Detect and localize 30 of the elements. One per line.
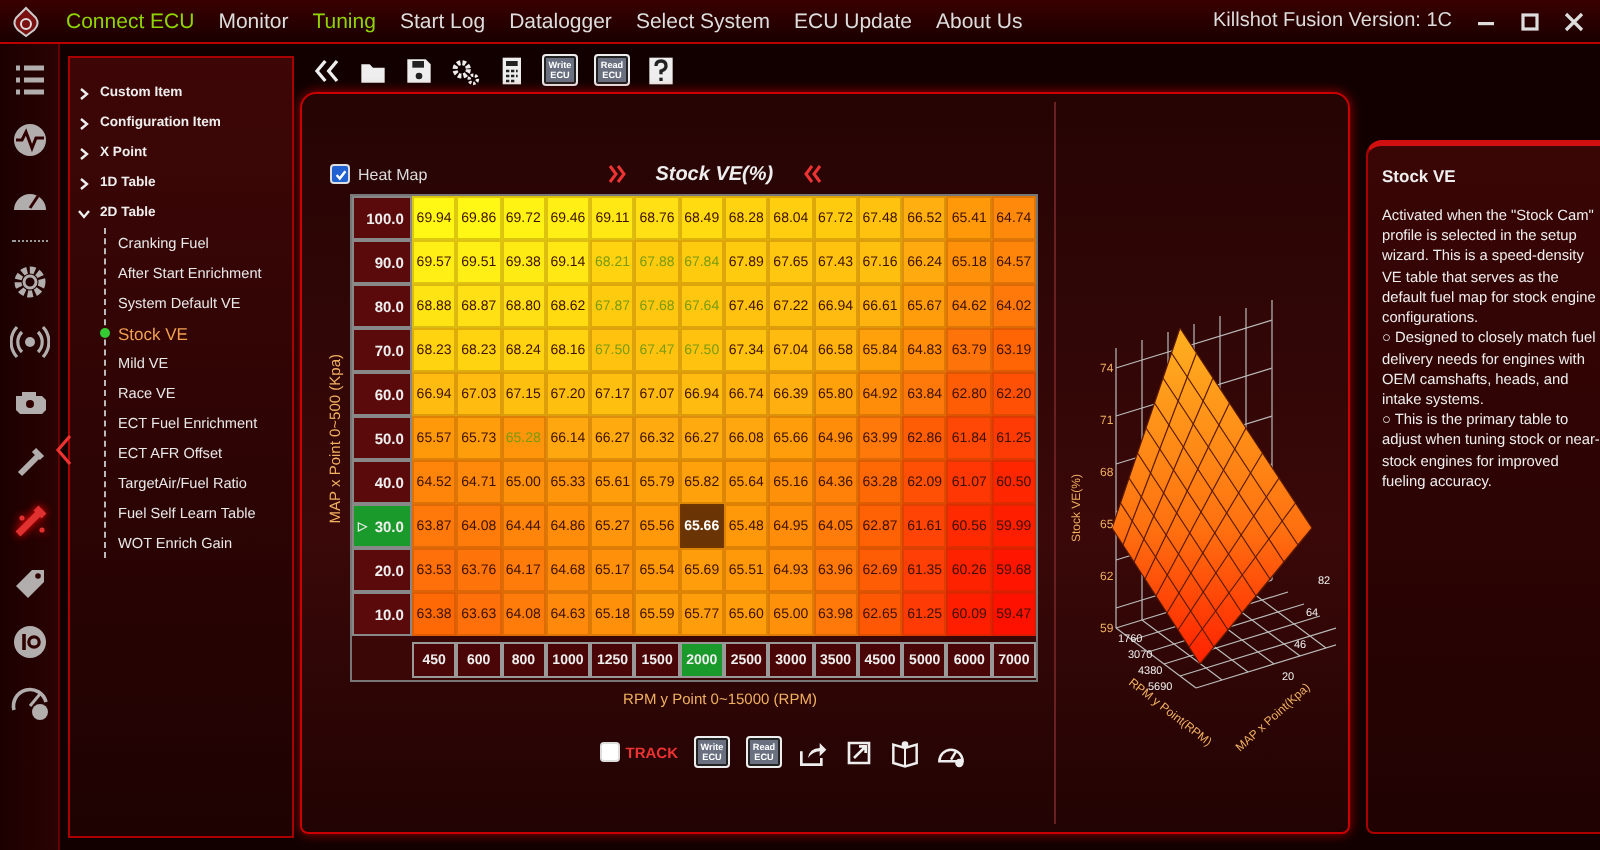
maximize-icon[interactable] [1520,11,1540,31]
menu-item[interactable]: Tuning [312,9,376,33]
menu-item[interactable]: ECU Update [794,9,912,33]
checkbox-label: Heat Map [358,165,428,183]
book-icon[interactable] [890,737,920,767]
circle-icon[interactable] [9,622,49,662]
menu-item[interactable]: Start Log [399,9,486,33]
save-icon[interactable] [404,55,434,85]
menu-item[interactable]: About Us [936,9,1023,33]
checkbox[interactable] [599,742,620,762]
gears-icon[interactable] [450,55,480,85]
collapse-chevron-icon[interactable] [54,434,74,466]
menu-item[interactable]: Datalogger [509,9,612,33]
broadcast-icon[interactable] [9,322,49,362]
menu-item[interactable]: Select System [635,9,771,33]
meter-icon[interactable] [9,682,49,722]
tree-item[interactable]: Stock VE [118,323,188,343]
window-title: Killshot Fusion Version: 1C [1212,10,1452,32]
status-dot [100,328,110,338]
table-title: Stock VE(%) [655,163,774,185]
logo-icon [10,5,42,37]
checkbox[interactable] [330,164,350,184]
gear-icon[interactable] [9,262,49,302]
help-icon[interactable] [646,55,676,85]
waveform-icon[interactable] [9,120,49,160]
export-icon[interactable] [844,737,874,767]
menu-item[interactable]: Connect ECU [66,9,195,33]
menu-item[interactable]: Monitor [218,9,289,33]
close-icon[interactable] [1564,11,1584,31]
info-title: Stock VE [1382,166,1458,186]
